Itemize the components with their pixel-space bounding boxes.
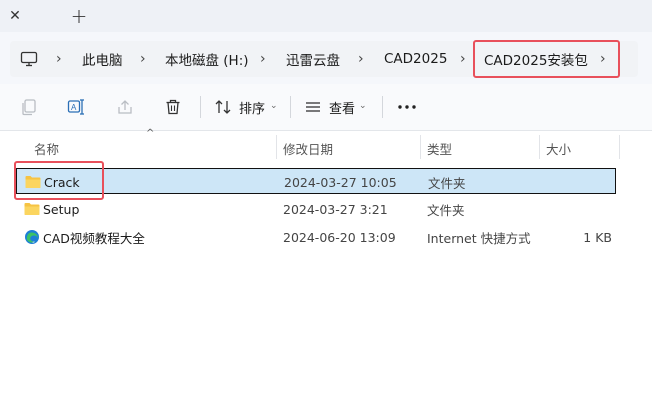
- file-modified: 2024-03-27 10:05: [284, 174, 397, 190]
- delete-icon[interactable]: [162, 96, 184, 118]
- file-modified: 2024-03-27 3:21: [283, 201, 388, 217]
- file-size: 1 KB: [583, 229, 612, 245]
- view-chevron-down-icon[interactable]: ⌄: [359, 101, 367, 111]
- breadcrumb-local-disk-h[interactable]: 本地磁盘 (H:): [165, 41, 249, 77]
- sort-button[interactable]: 排序: [239, 98, 265, 117]
- breadcrumb-chevron-icon[interactable]: ›: [358, 41, 364, 77]
- close-tab-icon[interactable]: ✕: [0, 0, 30, 32]
- command-bar: A 排序 ⌄ 查看 ⌄: [0, 84, 652, 131]
- column-modified[interactable]: 修改日期: [283, 139, 333, 158]
- copy-icon[interactable]: [18, 96, 40, 118]
- column-type[interactable]: 类型: [427, 139, 452, 158]
- share-icon[interactable]: [114, 96, 136, 118]
- column-header: ^ 名称 修改日期 类型 大小: [0, 128, 652, 163]
- sort-ascending-icon: ^: [146, 128, 155, 139]
- breadcrumb-chevron-icon[interactable]: ›: [460, 41, 466, 77]
- file-name: CAD视频教程大全: [43, 230, 145, 246]
- column-divider[interactable]: [619, 135, 620, 159]
- column-divider[interactable]: [276, 135, 277, 159]
- column-name[interactable]: 名称: [34, 139, 59, 158]
- tab-strip: ✕ +: [0, 0, 652, 32]
- rename-icon[interactable]: A: [66, 96, 88, 118]
- highlight-box-crack: [14, 161, 104, 200]
- file-type: Internet 快捷方式: [427, 230, 531, 246]
- toolbar-separator: [200, 96, 201, 118]
- more-options-icon[interactable]: [396, 96, 418, 118]
- file-type: 文件夹: [428, 175, 466, 191]
- view-button[interactable]: 查看: [329, 98, 355, 117]
- toolbar-separator: [382, 96, 383, 118]
- sort-icon[interactable]: [212, 96, 234, 118]
- breadcrumb-this-pc[interactable]: 此电脑: [82, 41, 123, 77]
- breadcrumb-xunlei-cloud[interactable]: 迅雷云盘: [286, 41, 340, 77]
- file-row-crack[interactable]: Crack 2024-03-27 10:05 文件夹: [16, 168, 616, 194]
- column-size[interactable]: 大小: [546, 139, 571, 158]
- file-modified: 2024-06-20 13:09: [283, 229, 396, 245]
- edge-icon: [25, 230, 39, 244]
- breadcrumb-chevron-icon[interactable]: ›: [140, 41, 146, 77]
- toolbar-separator: [290, 96, 291, 118]
- breadcrumb-chevron-icon[interactable]: ›: [260, 41, 266, 77]
- file-type: 文件夹: [427, 202, 465, 218]
- new-tab-button[interactable]: +: [66, 2, 92, 30]
- column-divider[interactable]: [420, 135, 421, 159]
- view-icon[interactable]: [302, 96, 324, 118]
- file-row-setup[interactable]: Setup 2024-03-27 3:21 文件夹: [16, 196, 616, 222]
- computer-icon[interactable]: [20, 41, 38, 77]
- highlight-box-current-folder: [473, 40, 620, 78]
- column-divider[interactable]: [539, 135, 540, 159]
- address-bar-row: › 此电脑 › 本地磁盘 (H:) › 迅雷云盘 › CAD2025 › CAD…: [0, 32, 652, 84]
- file-row-cad-video-tutorials[interactable]: CAD视频教程大全 2024-06-20 13:09 Internet 快捷方式…: [16, 224, 616, 250]
- folder-icon: [24, 203, 40, 215]
- svg-text:A: A: [71, 103, 77, 112]
- sort-chevron-down-icon[interactable]: ⌄: [270, 101, 278, 111]
- breadcrumb-cad2025[interactable]: CAD2025: [384, 41, 447, 77]
- breadcrumb-chevron-icon[interactable]: ›: [56, 41, 62, 77]
